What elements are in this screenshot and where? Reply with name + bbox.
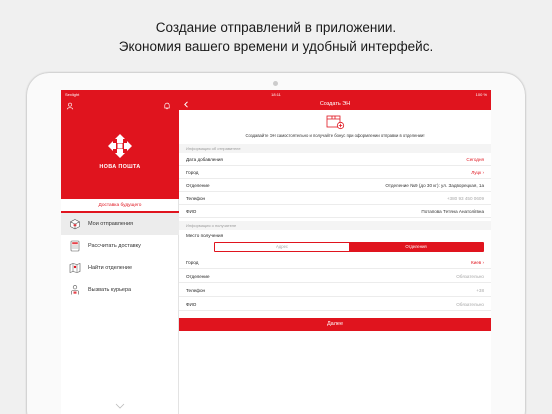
sidebar: НОВА ПОШТА Доставка будущего Мои отправл…: [61, 99, 179, 414]
recipient-section-title: Информация о получателе: [179, 221, 491, 230]
chevron-down-icon[interactable]: [115, 403, 125, 409]
sender-row-name[interactable]: ФИО Потапова Тетяна Анатоліївна: [179, 205, 491, 218]
row-value: Сегодня: [466, 157, 484, 162]
promo-line-1: Создание отправлений в приложении.: [155, 20, 397, 35]
parcel-plus-icon: [326, 115, 345, 130]
menu-item-my-shipments[interactable]: Мои отправления: [61, 213, 179, 235]
row-value: Киев ›: [470, 260, 484, 265]
status-time: 18:11: [271, 92, 281, 97]
row-value: Потапова Тетяна Анатоліївна: [421, 209, 484, 214]
sidebar-header: НОВА ПОШТА: [61, 99, 179, 199]
recipient-row-name[interactable]: ФИО Обязательно: [179, 298, 491, 311]
sender-row-branch[interactable]: Отделение Отделение №9 (до 30 кг): ул. З…: [179, 179, 491, 192]
row-label: Дата добавления: [186, 157, 223, 162]
logo-text: НОВА ПОШТА: [99, 164, 141, 170]
back-chevron-icon[interactable]: [182, 100, 191, 109]
calculator-icon: [70, 240, 80, 252]
row-label: Телефон: [186, 288, 206, 293]
nav-bar: Создать ЭН: [179, 99, 491, 110]
menu-item-call-courier[interactable]: Вызвать курьера: [61, 279, 179, 301]
courier-icon: [71, 285, 79, 295]
bell-icon[interactable]: [163, 102, 171, 110]
bonus-banner-text: Создавайте ЭН самостоятельно и получайте…: [245, 133, 425, 138]
row-value: Луцк ›: [471, 170, 484, 175]
main-panel: Создать ЭН Создавайте ЭН самостоятельно …: [179, 99, 491, 414]
row-value: Обязательно: [456, 302, 484, 307]
row-label: Отделение: [186, 274, 210, 279]
row-label: Город: [186, 170, 199, 175]
menu-label: Рассчитать доставку: [88, 243, 141, 249]
menu-label: Мои отправления: [88, 221, 134, 227]
next-button[interactable]: Далее: [179, 318, 491, 331]
user-icon[interactable]: [66, 102, 74, 110]
row-label: ФИО: [186, 209, 197, 214]
recipient-row-phone[interactable]: Телефон +38: [179, 284, 491, 297]
nova-poshta-logo-icon: [108, 134, 132, 158]
status-bar: Sexlight 18:11 100 %: [61, 90, 491, 99]
delivery-place-segment: Адрес Отделения: [214, 242, 484, 252]
map-icon: [69, 263, 81, 273]
sender-section-title: Информация об отправителе: [179, 144, 491, 153]
menu-item-calculate[interactable]: Рассчитать доставку: [61, 235, 179, 257]
camera-icon: [273, 81, 278, 86]
promo-headline: Создание отправлений в приложении. Эконо…: [0, 18, 552, 56]
future-delivery-tab[interactable]: Доставка будущего: [61, 199, 179, 213]
row-label: Город: [186, 260, 199, 265]
parcel-icon: [70, 219, 80, 230]
recipient-row-branch[interactable]: Отделение Обязательно: [179, 270, 491, 283]
sender-row-phone[interactable]: Телефон +380 93 450 0609: [179, 192, 491, 205]
row-value: Обязательно: [456, 274, 484, 279]
battery-label: 100 %: [475, 92, 487, 97]
app-screen: Sexlight 18:11 100 % НОВА ПОШТА Доставка…: [61, 90, 491, 414]
row-value: +380 93 450 0609: [446, 196, 484, 201]
menu-label: Найти отделение: [88, 265, 133, 271]
row-value: +38: [476, 288, 484, 293]
row-value: Отделение №9 (до 30 кг): ул. Задворецкая…: [385, 183, 484, 188]
menu-label: Вызвать курьера: [88, 287, 132, 293]
promo-line-2: Экономия вашего времени и удобный интерф…: [118, 39, 434, 54]
page-title: Создать ЭН: [319, 101, 351, 107]
row-label: Телефон: [186, 196, 206, 201]
sender-row-city[interactable]: Город Луцк ›: [179, 166, 491, 179]
tablet-frame: Sexlight 18:11 100 % НОВА ПОШТА Доставка…: [27, 73, 525, 414]
place-label: Место получения: [186, 233, 224, 238]
row-label: Отделение: [186, 183, 210, 188]
menu-item-find-branch[interactable]: Найти отделение: [61, 257, 179, 279]
row-label: ФИО: [186, 302, 197, 307]
sender-row-date[interactable]: Дата добавления Сегодня: [179, 153, 491, 166]
segment-address[interactable]: Адрес: [215, 243, 349, 251]
segment-branch[interactable]: Отделения: [349, 243, 483, 251]
recipient-row-city[interactable]: Город Киев ›: [179, 256, 491, 269]
